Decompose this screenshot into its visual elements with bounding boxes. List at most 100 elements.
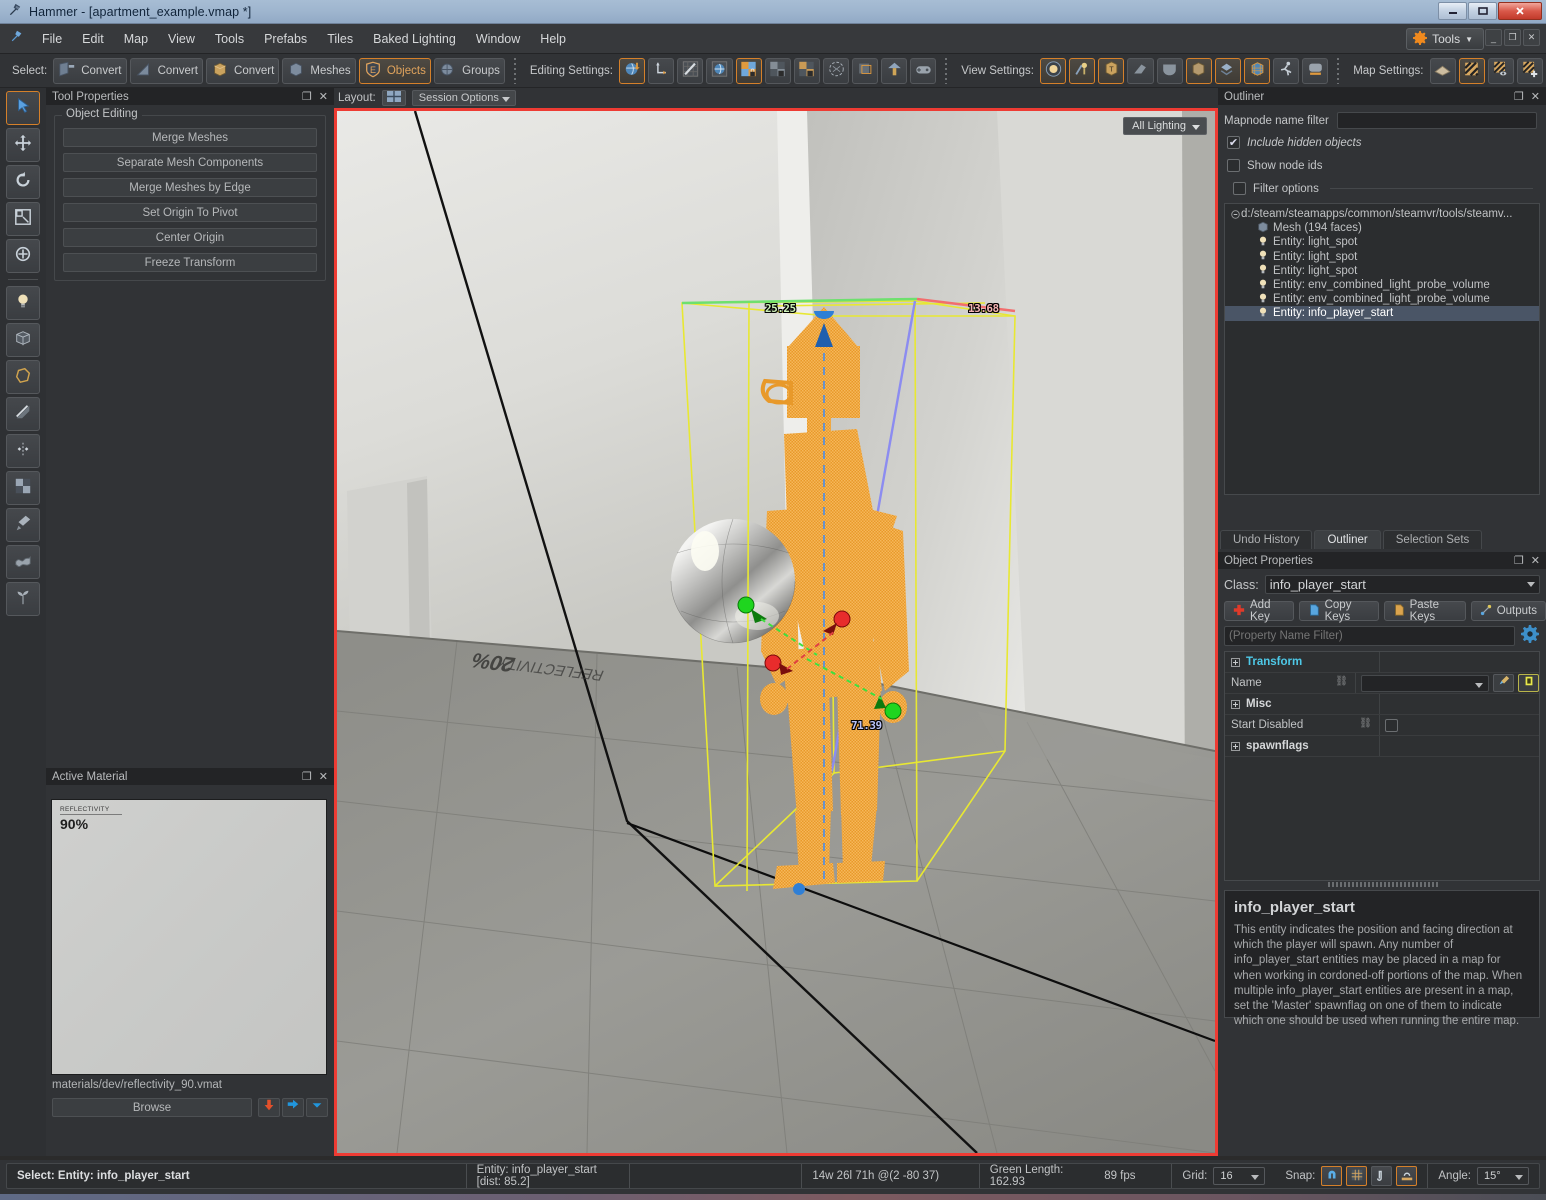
mdi-restore-button[interactable]: ❐ <box>1504 29 1521 46</box>
texture-lock-button[interactable] <box>677 57 704 84</box>
property-table[interactable]: Transform Name ⛓ Misc Start Disabled ⛓ s… <box>1224 651 1540 881</box>
mdi-minimize-button[interactable]: _ <box>1485 29 1502 46</box>
collapse-icon[interactable] <box>1229 209 1241 219</box>
table-row[interactable]: Mesh (194 faces) <box>1225 221 1539 235</box>
nodraw-button[interactable] <box>1458 57 1485 84</box>
snap-vertex-button[interactable] <box>1371 1166 1393 1186</box>
menu-map[interactable]: Map <box>114 29 158 49</box>
snap-magnet-button[interactable] <box>1321 1166 1343 1186</box>
translate-tool[interactable] <box>6 128 40 162</box>
world-space-button[interactable] <box>618 57 646 84</box>
quad-layout-button[interactable] <box>381 90 406 106</box>
minimize-button[interactable] <box>1438 2 1467 20</box>
property-settings-button[interactable] <box>1520 624 1540 646</box>
model-box-button[interactable] <box>1185 57 1212 84</box>
select-meshes-button[interactable]: Meshes <box>282 57 356 84</box>
convert-edge-button[interactable]: Convert <box>129 57 203 84</box>
float-icon[interactable]: ❐ <box>1514 554 1524 567</box>
light-preview-button[interactable] <box>1039 57 1067 84</box>
menu-file[interactable]: File <box>32 29 72 49</box>
wireframe-button[interactable] <box>1243 57 1271 84</box>
select-objects-button[interactable]: E Objects <box>358 57 431 84</box>
add-key-button[interactable]: Add Key <box>1224 599 1294 623</box>
session-options-button[interactable]: Session Options <box>411 90 516 106</box>
pick-name-button[interactable] <box>1493 674 1514 692</box>
local-space-button[interactable] <box>648 57 675 84</box>
texture-tool[interactable] <box>6 471 40 505</box>
name-value-combo[interactable] <box>1361 674 1489 692</box>
property-row-spawnflags[interactable]: spawnflags <box>1225 736 1539 757</box>
bbox-button[interactable] <box>852 57 879 84</box>
scale-tool[interactable] <box>6 202 40 236</box>
menu-help[interactable]: Help <box>530 29 576 49</box>
close-icon[interactable]: ✕ <box>1531 554 1540 567</box>
tool-brush-button[interactable] <box>881 57 908 84</box>
center-origin-button[interactable]: Center Origin <box>63 228 317 247</box>
table-row[interactable]: Entity: env_combined_light_probe_volume <box>1225 278 1539 292</box>
property-row-misc[interactable]: Misc <box>1225 694 1539 715</box>
tab-outliner[interactable]: Outliner <box>1314 530 1381 549</box>
property-name-filter-input[interactable] <box>1224 626 1515 646</box>
maximize-button[interactable] <box>1468 2 1497 20</box>
close-icon[interactable]: ✕ <box>319 770 328 783</box>
light-tool[interactable] <box>6 286 40 320</box>
gizmo-button[interactable] <box>1127 57 1154 84</box>
run-button[interactable] <box>1273 57 1300 84</box>
material-preview[interactable]: REFLECTIVITY 90% <box>51 799 327 1075</box>
pick-entity-button[interactable] <box>1518 674 1539 692</box>
table-row[interactable]: Entity: light_spot <box>1225 250 1539 264</box>
rotate-tool[interactable] <box>6 165 40 199</box>
paint-tool[interactable] <box>6 508 40 542</box>
filter-options-checkbox[interactable] <box>1233 182 1246 195</box>
arrow-select-tool[interactable] <box>6 91 40 125</box>
tab-selection-sets[interactable]: Selection Sets <box>1382 530 1483 549</box>
include-hidden-checkbox[interactable]: ✔ <box>1227 136 1240 149</box>
clip-tool[interactable] <box>6 397 40 431</box>
foliage-tool[interactable] <box>6 582 40 616</box>
angle-combo[interactable]: 15° <box>1477 1167 1529 1185</box>
tree-row-root[interactable]: d:/steam/steamapps/common/steamvr/tools/… <box>1225 207 1539 221</box>
show-node-ids-checkbox[interactable] <box>1227 159 1240 172</box>
freeze-transform-button[interactable]: Freeze Transform <box>63 253 317 272</box>
paste-keys-button[interactable]: Paste Keys <box>1383 599 1466 623</box>
snap-surface-button[interactable] <box>1396 1166 1418 1186</box>
expand-icon[interactable] <box>1231 699 1240 709</box>
property-row-transform[interactable]: Transform <box>1225 652 1539 673</box>
lock-grid-button[interactable] <box>735 57 762 84</box>
splitter-grip[interactable] <box>1328 882 1438 887</box>
snap-grid-button[interactable] <box>1346 1166 1368 1186</box>
menu-baked-lighting[interactable]: Baked Lighting <box>363 29 466 49</box>
set-origin-to-pivot-button[interactable]: Set Origin To Pivot <box>63 203 317 222</box>
merge-meshes-button[interactable]: Merge Meshes <box>63 128 317 147</box>
property-row-name[interactable]: Name ⛓ <box>1225 673 1539 694</box>
material-download-button[interactable] <box>258 1098 280 1117</box>
menu-edit[interactable]: Edit <box>72 29 114 49</box>
outliner-tree[interactable]: d:/steam/steamapps/common/steamvr/tools/… <box>1224 203 1540 495</box>
tools-dropdown-button[interactable]: Tools ▼ <box>1406 28 1484 50</box>
float-icon[interactable]: ❐ <box>302 90 312 103</box>
mdi-close-button[interactable]: ✕ <box>1523 29 1540 46</box>
property-row-start-disabled[interactable]: Start Disabled ⛓ <box>1225 715 1539 736</box>
outputs-button[interactable]: Outputs <box>1470 601 1546 621</box>
entity-helpers-button[interactable] <box>1069 57 1096 84</box>
hide-hint-button[interactable] <box>1487 57 1514 84</box>
menu-window[interactable]: Window <box>466 29 530 49</box>
material-apply-button[interactable] <box>282 1098 304 1117</box>
block-tool[interactable] <box>6 323 40 357</box>
grid-size-combo[interactable]: 16 <box>1213 1167 1266 1185</box>
expand-icon[interactable] <box>1231 741 1240 751</box>
layers-button[interactable] <box>1214 57 1241 84</box>
table-row-selected[interactable]: Entity: info_player_start <box>1225 306 1539 321</box>
merge-meshes-by-edge-button[interactable]: Merge Meshes by Edge <box>63 178 317 197</box>
material-dropdown-button[interactable] <box>306 1098 328 1117</box>
float-icon[interactable]: ❐ <box>302 770 312 783</box>
copy-keys-button[interactable]: Copy Keys <box>1298 599 1379 623</box>
pivot-tool[interactable] <box>6 239 40 273</box>
displacement-tool[interactable] <box>6 545 40 579</box>
class-input[interactable] <box>1264 575 1540 594</box>
menu-prefabs[interactable]: Prefabs <box>254 29 317 49</box>
start-disabled-checkbox[interactable] <box>1385 718 1398 732</box>
separate-mesh-components-button[interactable]: Separate Mesh Components <box>63 153 317 172</box>
close-icon[interactable]: ✕ <box>1531 90 1540 103</box>
gamepad-button[interactable] <box>910 57 937 84</box>
